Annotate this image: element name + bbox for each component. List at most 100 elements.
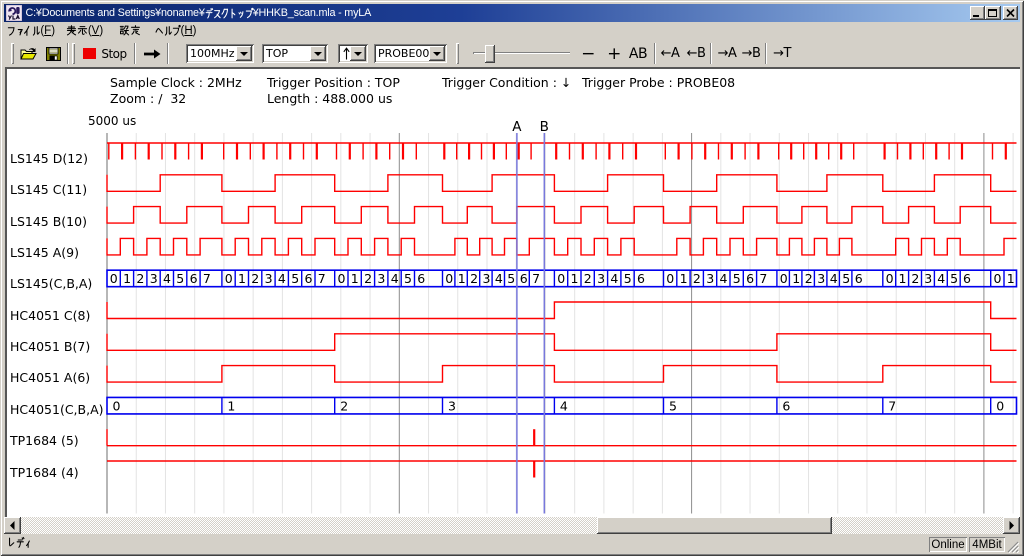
ab-button[interactable]: AB: [627, 44, 649, 63]
jp-glyph: [24, 537, 32, 549]
menu-item-3[interactable]: (H): [155, 22, 197, 39]
scroll-left-arrow-icon: [4, 517, 21, 534]
sample-clock-text: Sample Clock : 2MHz: [110, 75, 242, 90]
channel-label-8: HC4051(C,B,A): [10, 402, 104, 417]
close-button[interactable]: [1003, 6, 1019, 20]
jp-glyph: [119, 25, 130, 37]
text-run: (F: [40, 25, 51, 37]
jp-glyph: [164, 25, 173, 37]
cursor-b-label[interactable]: B: [536, 119, 552, 135]
jp-glyph: [77, 25, 88, 37]
trigger-edge-combo[interactable]: [338, 44, 368, 63]
combo-dropdown-arrow-icon[interactable]: [236, 46, 252, 61]
scroll-left-button[interactable]: [4, 517, 21, 534]
title-bar[interactable]: C:¥Documents and Settings¥noname¥ ¥HHKB_s…: [4, 4, 1020, 22]
status-ready-text: [7, 537, 32, 552]
jp-glyph: [172, 25, 181, 37]
save-file-button[interactable]: [43, 45, 63, 62]
menu-item-2[interactable]: [119, 22, 141, 39]
zoom-text: Zoom : / 32: [110, 91, 186, 106]
menu-item-1[interactable]: (V): [66, 22, 103, 39]
jp-glyph: [130, 25, 141, 37]
trigger-edge-combo-value: [343, 47, 350, 63]
goto-b-left-button[interactable]: ←B: [685, 44, 707, 63]
toolbar-gripper[interactable]: [72, 43, 75, 64]
app-window: C:¥Documents and Settings¥noname¥ ¥HHKB_s…: [0, 0, 1024, 556]
window-title: C:¥Documents and Settings¥noname¥ ¥HHKB_s…: [26, 7, 372, 19]
trigger-position-combo[interactable]: TOP: [262, 44, 328, 63]
toolbar-gripper[interactable]: [11, 43, 14, 64]
toolbar: Stop 100MHz TOP PROBE00 −+AB ←A←B →A→B →T: [4, 40, 1020, 67]
stop-square-icon: [83, 48, 96, 59]
text-run: (H: [181, 25, 193, 37]
slider-thumb[interactable]: [485, 45, 495, 63]
jp-glyph: [16, 537, 25, 549]
run-button[interactable]: [140, 44, 164, 63]
jp-glyph: [213, 8, 221, 19]
jp-glyph: [66, 25, 77, 37]
goto-trigger-button[interactable]: →T: [771, 44, 793, 63]
minimize-button[interactable]: [970, 6, 986, 20]
length-text: Length : 488.000 us: [267, 91, 392, 106]
trigger-position-text: Trigger Position : TOP: [267, 75, 400, 90]
text-run: ): [193, 25, 197, 37]
channel-label-5: HC4051 C(8): [10, 308, 90, 323]
combo-dropdown-arrow-icon[interactable]: [429, 46, 445, 61]
open-file-button[interactable]: [18, 45, 38, 62]
stop-button[interactable]: Stop: [80, 44, 130, 63]
channel-label-7: HC4051 A(6): [10, 370, 90, 385]
zoom-out-button[interactable]: −: [576, 44, 600, 63]
maximize-button[interactable]: [985, 6, 1001, 20]
toolbar-separator: [654, 43, 656, 64]
toolbar-separator: [134, 43, 136, 64]
sample-clock-combo[interactable]: 100MHz: [186, 44, 254, 63]
toolbar-separator: [67, 43, 69, 64]
channel-label-10: TP1684 (4): [10, 465, 79, 480]
scrollbar-thumb[interactable]: [597, 517, 832, 534]
zoom-in-button[interactable]: +: [602, 44, 626, 63]
channel-label-6: HC4051 B(7): [10, 339, 90, 354]
jp-glyph: [229, 8, 237, 19]
text-run: C:¥Documents and Settings¥noname¥: [26, 7, 205, 19]
cursor-a-label[interactable]: A: [509, 119, 525, 135]
menu-bar: (F)(V)(H): [4, 22, 1020, 40]
menu-item-0[interactable]: (F): [7, 22, 55, 39]
status-online-badge: Online: [929, 537, 967, 552]
jp-glyph: [7, 25, 16, 37]
text-run: ¥HHKB_scan.mla - myLA: [253, 7, 371, 19]
division-scale-text: 5000 us: [88, 114, 136, 128]
toolbar-separator: [765, 43, 767, 64]
jp-glyph: [32, 25, 41, 37]
waveform-client-area: Sample Clock : 2MHz Trigger Position : T…: [4, 67, 1020, 517]
run-arrow-icon: [144, 49, 161, 59]
trigger-probe-combo-value: PROBE00: [378, 47, 429, 60]
toolbar-separator: [167, 43, 169, 64]
combo-dropdown-arrow-icon[interactable]: [310, 46, 326, 61]
up-arrow-icon: [343, 47, 350, 60]
jp-glyph: [23, 25, 32, 37]
combo-dropdown-arrow-icon[interactable]: [350, 46, 366, 61]
trigger-probe-text: Trigger Probe : PROBE08: [582, 75, 735, 90]
open-folder-icon: [20, 47, 37, 61]
toolbar-separator: [710, 43, 712, 64]
horizontal-scrollbar[interactable]: [4, 517, 1020, 534]
jp-glyph: [205, 8, 213, 19]
trigger-condition-text: Trigger Condition : ↓: [442, 75, 571, 90]
goto-b-right-button[interactable]: →B: [740, 44, 762, 63]
save-floppy-icon: [46, 47, 61, 61]
text-run: (V: [88, 25, 100, 37]
jp-glyph: [245, 8, 253, 19]
scroll-right-button[interactable]: [1003, 517, 1020, 534]
app-logo-icon: [6, 5, 22, 21]
goto-a-left-button[interactable]: ←A: [659, 44, 681, 63]
status-memory-badge: 4MBit: [969, 537, 1005, 552]
trigger-probe-combo[interactable]: PROBE00: [374, 44, 447, 63]
text-run: ): [99, 25, 103, 37]
goto-a-right-button[interactable]: →A: [716, 44, 738, 63]
stop-button-label: Stop: [101, 47, 126, 61]
channel-label-0: LS145 D(12): [10, 151, 88, 166]
jp-glyph: [155, 25, 164, 37]
toolbar-gripper[interactable]: [456, 43, 459, 64]
sample-clock-combo-value: 100MHz: [190, 47, 235, 60]
channel-label-2: LS145 B(10): [10, 214, 87, 229]
